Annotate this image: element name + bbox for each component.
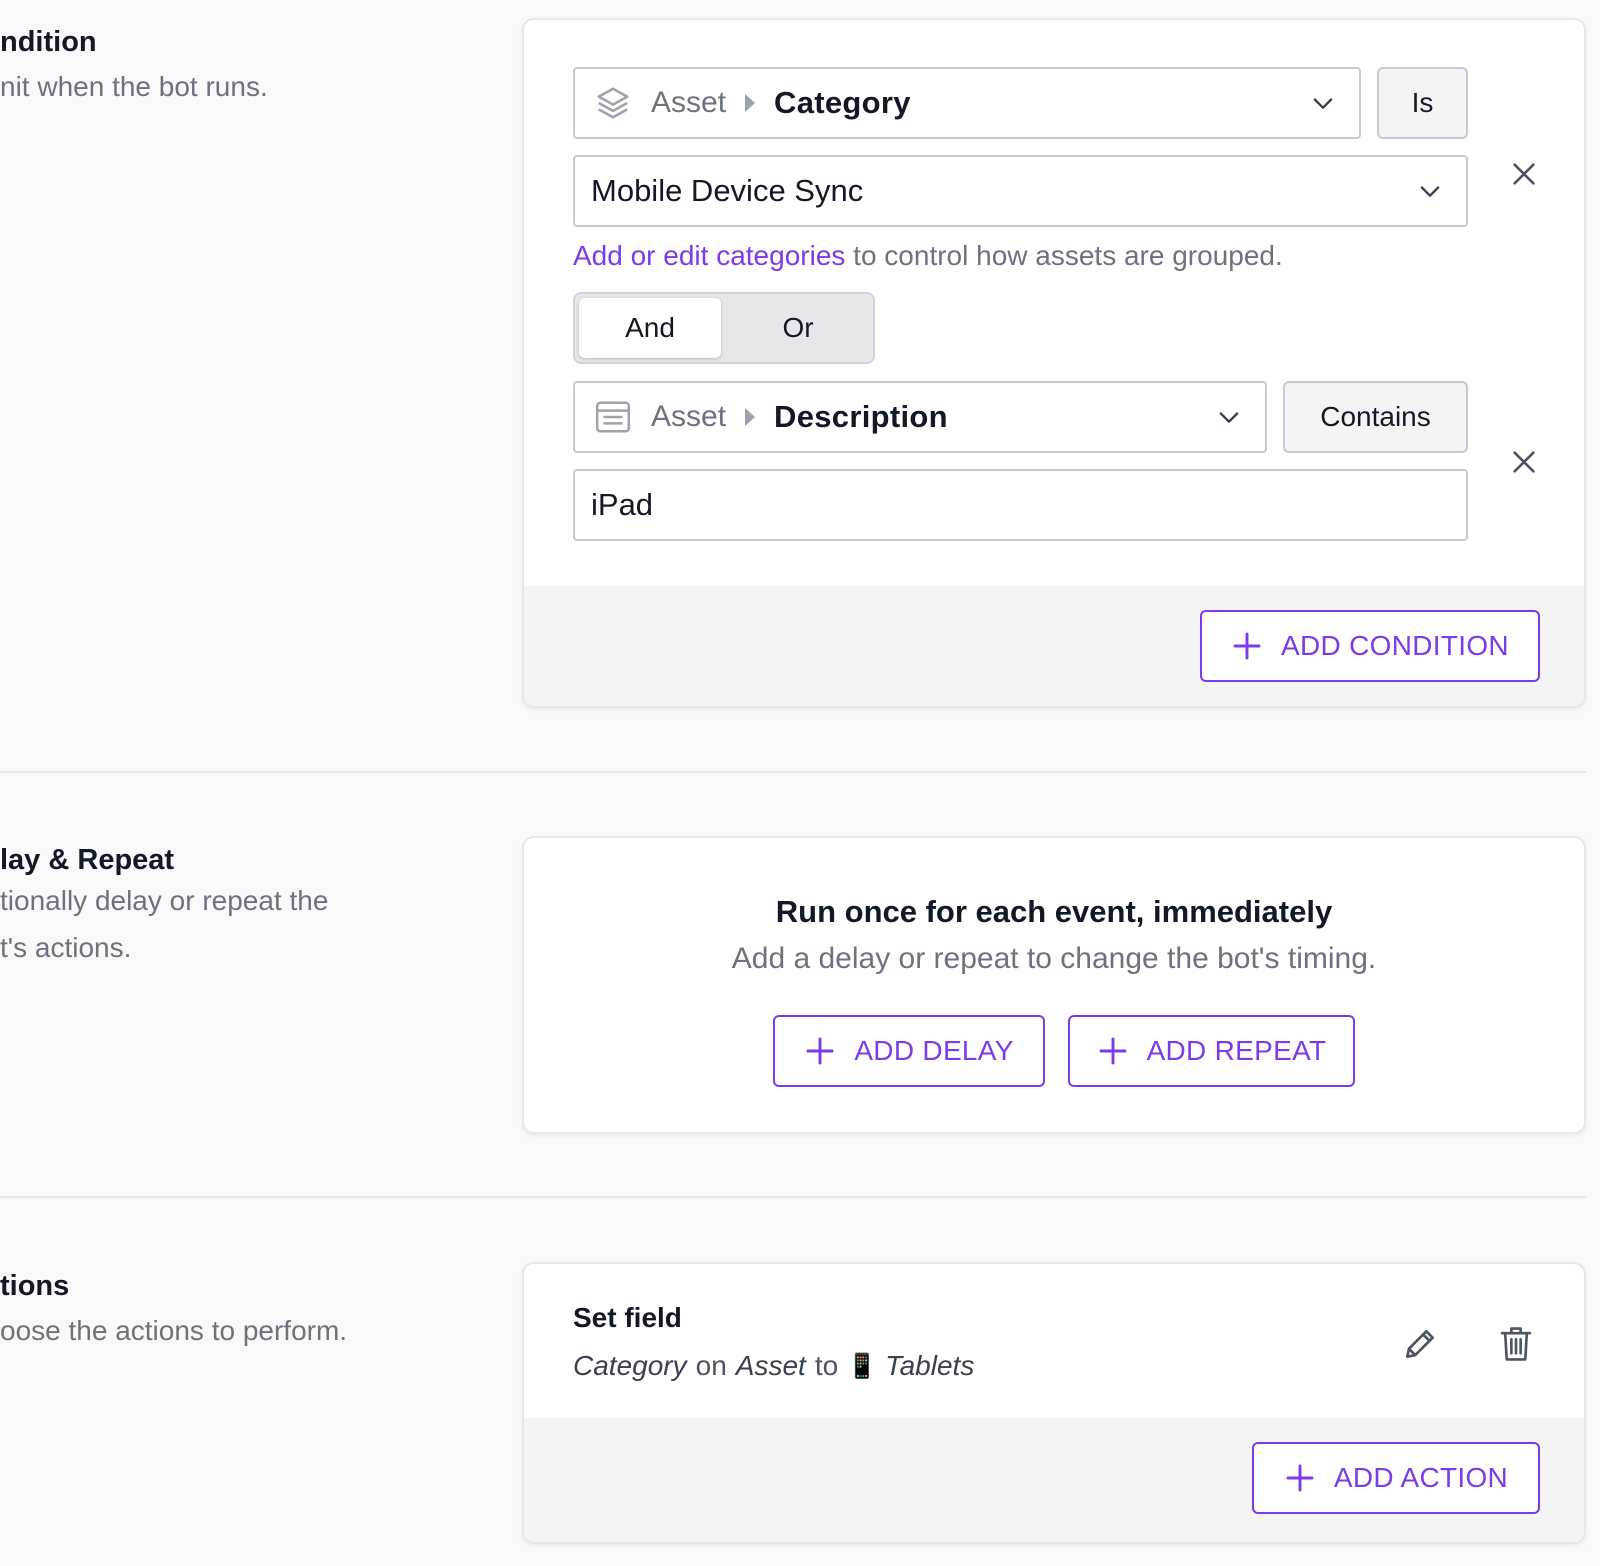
- rule2-field: Description: [774, 399, 948, 434]
- categories-help-text: Add or edit categories to control how as…: [573, 240, 1283, 272]
- remove-rule1-close-icon[interactable]: [1504, 154, 1544, 194]
- text-field-icon: [593, 397, 633, 437]
- section-divider: [0, 1196, 1586, 1198]
- trash-icon[interactable]: [1494, 1322, 1538, 1366]
- action-value: Tablets: [885, 1350, 975, 1381]
- rule2-field-select[interactable]: Asset Description: [573, 381, 1267, 453]
- section-divider: [0, 771, 1586, 773]
- add-condition-label: ADD CONDITION: [1281, 630, 1509, 661]
- delay-card-subtitle: Add a delay or repeat to change the bot'…: [731, 942, 1377, 975]
- condition-card-footer: ADD CONDITION: [524, 586, 1584, 706]
- rule1-value-select[interactable]: Mobile Device Sync: [573, 155, 1468, 227]
- actions-card-footer: ADD ACTION: [524, 1418, 1584, 1542]
- logic-toggle: And Or: [573, 292, 875, 364]
- add-action-button[interactable]: ADD ACTION: [1252, 1442, 1540, 1514]
- mobile-phone-icon: 📱: [847, 1352, 878, 1380]
- actions-section-label: tions oose the actions to perform.: [0, 1270, 347, 1354]
- condition-card: Asset Category Is Mobile Device Sync Add…: [522, 18, 1586, 708]
- chevron-down-icon: [1309, 89, 1337, 122]
- remove-rule2-close-icon[interactable]: [1504, 442, 1544, 482]
- caret-right-icon: [744, 407, 756, 427]
- rule2-operator-button[interactable]: Contains: [1283, 381, 1468, 453]
- condition-section-title: ndition: [0, 26, 97, 58]
- rule2-entity: Asset: [651, 400, 727, 433]
- rule1-operator-button[interactable]: Is: [1377, 67, 1468, 139]
- action-description: Category on Asset to 📱 Tablets: [573, 1350, 974, 1382]
- actions-description-line: oose the actions to perform.: [0, 1315, 348, 1346]
- add-condition-button[interactable]: ADD CONDITION: [1200, 610, 1540, 682]
- actions-section-description: oose the actions to perform.: [0, 1307, 347, 1354]
- plus-icon: [1097, 1035, 1129, 1067]
- delay-card-title: Run once for each event, immediately: [775, 894, 1333, 929]
- delay-description-line: t's actions.: [0, 932, 132, 963]
- rule1-field: Category: [774, 85, 911, 120]
- add-delay-button[interactable]: ADD DELAY: [773, 1015, 1045, 1087]
- delay-section-description: tionally delay or repeat the t's actions…: [0, 877, 328, 971]
- layers-icon: [593, 83, 633, 123]
- chevron-down-icon: [1215, 403, 1243, 436]
- condition-section-description: nit when the bot runs.: [0, 63, 268, 110]
- condition-description-line: nit when the bot runs.: [0, 71, 268, 102]
- condition-section-label: ndition nit when the bot runs.: [0, 26, 268, 110]
- plus-icon: [1231, 630, 1263, 662]
- add-repeat-button[interactable]: ADD REPEAT: [1068, 1015, 1355, 1087]
- action-entity: Asset: [735, 1350, 806, 1381]
- delay-card: Run once for each event, immediately Add…: [522, 836, 1586, 1134]
- rule2-value-input[interactable]: iPad: [573, 469, 1468, 541]
- help-text-rest: to control how assets are grouped.: [845, 240, 1283, 271]
- delay-description-line: tionally delay or repeat the: [0, 885, 329, 916]
- rule1-value: Mobile Device Sync: [591, 173, 864, 208]
- action-title: Set field: [573, 1302, 682, 1333]
- add-action-label: ADD ACTION: [1333, 1462, 1509, 1493]
- rule1-entity: Asset: [651, 86, 727, 119]
- add-repeat-label: ADD REPEAT: [1146, 1035, 1327, 1066]
- action-field: Category: [573, 1350, 687, 1381]
- plus-icon: [804, 1035, 836, 1067]
- toggle-and[interactable]: And: [579, 298, 721, 358]
- chevron-down-icon: [1416, 177, 1444, 210]
- add-delay-label: ADD DELAY: [854, 1035, 1014, 1066]
- plus-icon: [1284, 1462, 1316, 1494]
- actions-section-title: tions: [0, 1270, 70, 1302]
- caret-right-icon: [744, 93, 756, 113]
- edit-categories-link[interactable]: Add or edit categories: [573, 240, 845, 271]
- edit-pencil-icon[interactable]: [1398, 1322, 1442, 1366]
- delay-section-title: lay & Repeat: [0, 844, 175, 876]
- rule1-field-select[interactable]: Asset Category: [573, 67, 1361, 139]
- actions-card: Set field Category on Asset to 📱 Tablets…: [522, 1262, 1586, 1544]
- action-on-text: on: [695, 1350, 727, 1381]
- delay-section-label: lay & Repeat tionally delay or repeat th…: [0, 844, 328, 971]
- toggle-or[interactable]: Or: [725, 298, 871, 358]
- action-to-text: to: [814, 1350, 839, 1381]
